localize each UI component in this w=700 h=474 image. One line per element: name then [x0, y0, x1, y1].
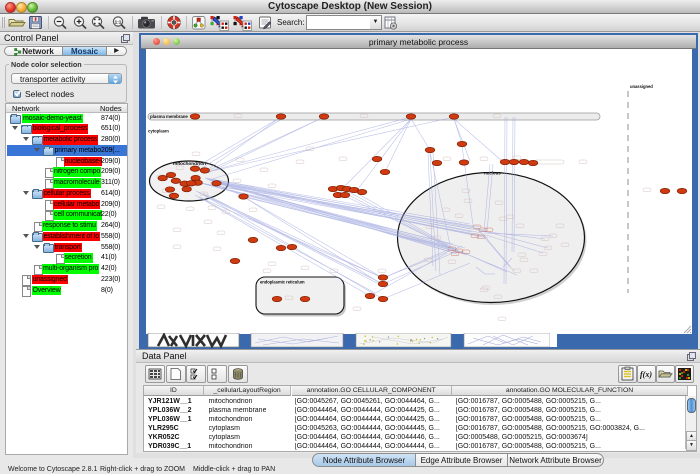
- svg-text:1:1: 1:1: [115, 19, 122, 24]
- svg-text:endoplasmic reticulum: endoplasmic reticulum: [260, 280, 305, 285]
- svg-text:unassigned: unassigned: [630, 84, 653, 89]
- svg-text:plasma membrane: plasma membrane: [150, 114, 188, 119]
- svg-text:cytoplasm: cytoplasm: [148, 129, 169, 134]
- svg-text:f(x): f(x): [640, 370, 652, 379]
